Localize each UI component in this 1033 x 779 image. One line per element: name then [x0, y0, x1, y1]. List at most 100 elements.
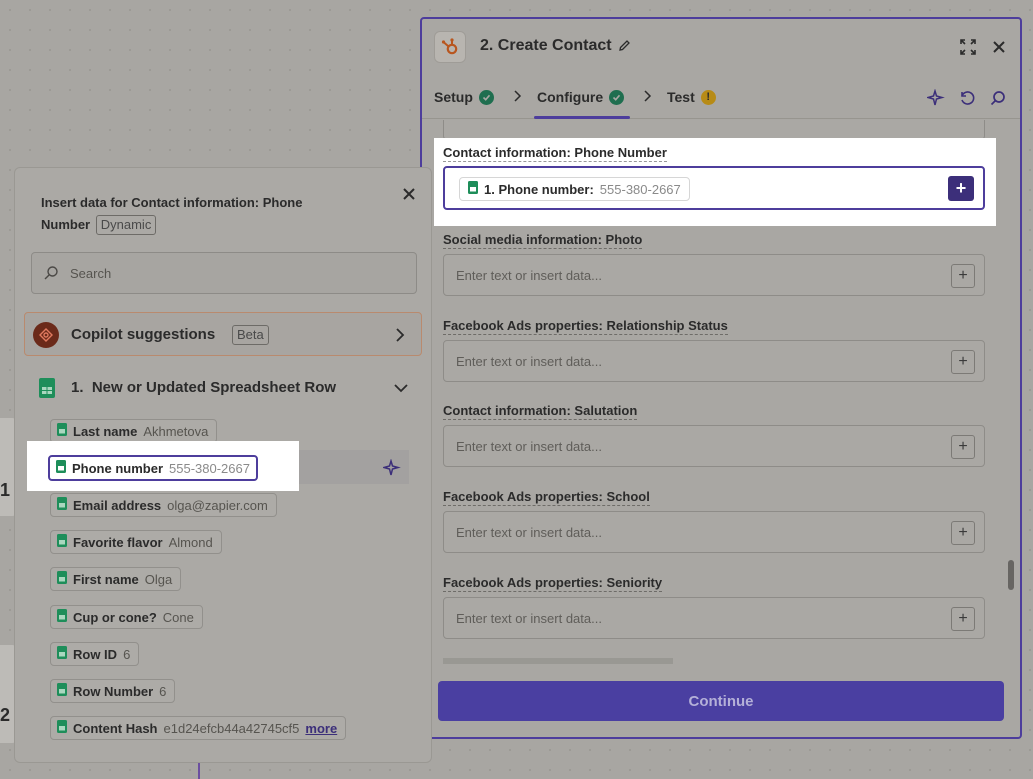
- data-item-first-name[interactable]: First name Olga: [50, 567, 182, 591]
- school-field[interactable]: Enter text or insert data... +: [443, 511, 985, 553]
- item-key: First name: [73, 571, 139, 587]
- sheets-icon: [57, 609, 67, 625]
- copilot-logo-icon: [33, 322, 59, 348]
- close-icon[interactable]: [989, 37, 1009, 57]
- field-placeholder: Enter text or insert data...: [456, 611, 602, 626]
- sheets-icon: [468, 181, 478, 197]
- close-icon[interactable]: [399, 184, 419, 204]
- data-item-last-name[interactable]: Last name Akhmetova: [50, 419, 218, 443]
- sheets-icon: [57, 571, 67, 587]
- item-key: Cup or cone?: [73, 609, 157, 625]
- tab-label: Test: [667, 89, 695, 105]
- mapped-data-pill[interactable]: 1. Phone number: 555-380-2667: [459, 177, 690, 201]
- item-value: Olga: [144, 571, 173, 587]
- copilot-suggestions-row[interactable]: Copilot suggestions Beta: [24, 312, 422, 356]
- chevron-right-icon: [642, 89, 652, 108]
- field-placeholder: Enter text or insert data...: [456, 354, 602, 369]
- insert-panel-title: Insert data for Contact information: Pho…: [41, 192, 341, 236]
- item-value: Almond: [168, 534, 213, 550]
- item-value: e1d24efcb44a42745cf5: [163, 720, 300, 736]
- active-tab-indicator: [534, 116, 630, 119]
- search-placeholder: Search: [70, 266, 112, 281]
- item-key: Row ID: [73, 646, 118, 662]
- editor-fields: Contact information: Phone Number 1. Pho…: [422, 120, 1020, 664]
- seniority-field[interactable]: Enter text or insert data... +: [443, 597, 985, 639]
- item-key: Phone number: [72, 460, 164, 476]
- item-value: 6: [123, 646, 131, 662]
- item-key: Favorite flavor: [73, 534, 163, 550]
- step-title: 2. Create Contact: [480, 37, 612, 54]
- field-placeholder: Enter text or insert data...: [456, 439, 602, 454]
- insert-data-button[interactable]: +: [948, 176, 974, 201]
- field-label: Facebook Ads properties: Relationship St…: [443, 318, 728, 335]
- data-item-row-id[interactable]: Row ID 6: [50, 642, 140, 666]
- field-input-partial[interactable]: [443, 120, 985, 140]
- sheets-icon: [57, 646, 67, 662]
- sheets-icon: [39, 378, 55, 403]
- pill-key: 1. Phone number:: [484, 181, 594, 197]
- item-value: olga@zapier.com: [167, 497, 268, 513]
- field-placeholder: Enter text or insert data...: [456, 268, 602, 283]
- canvas-node-number: 2: [0, 705, 11, 725]
- highlighted-item-spotlight: Phone number 555-380-2667: [27, 441, 299, 491]
- tab-configure[interactable]: Configure: [537, 89, 625, 105]
- chevron-down-icon: [393, 380, 409, 398]
- photo-field[interactable]: Enter text or insert data... +: [443, 254, 985, 296]
- data-item-email-address[interactable]: Email address olga@zapier.com: [50, 493, 277, 517]
- insert-data-button[interactable]: +: [951, 264, 975, 288]
- insert-data-button[interactable]: +: [951, 435, 975, 459]
- sheets-icon: [56, 460, 66, 476]
- chevron-right-icon: [395, 327, 405, 348]
- item-key: Content Hash: [73, 720, 158, 736]
- insert-data-button[interactable]: +: [951, 521, 975, 545]
- pencil-icon[interactable]: [618, 39, 631, 57]
- data-item-favorite-flavor[interactable]: Favorite flavor Almond: [50, 530, 222, 554]
- item-value: 6: [159, 683, 167, 699]
- insert-panel-title-text: Insert data for Contact information: Pho…: [41, 195, 303, 232]
- search-icon[interactable]: [988, 88, 1008, 108]
- phone-number-field[interactable]: 1. Phone number: 555-380-2667 +: [443, 166, 985, 210]
- insert-data-button[interactable]: +: [951, 607, 975, 631]
- item-value: Akhmetova: [143, 423, 209, 439]
- warning-icon: !: [700, 89, 716, 105]
- relationship-status-field[interactable]: Enter text or insert data... +: [443, 340, 985, 382]
- dynamic-badge: Dynamic: [95, 215, 157, 235]
- sheets-icon: [57, 534, 67, 550]
- search-input[interactable]: Search: [31, 252, 417, 294]
- field-label: Social media information: Photo: [443, 232, 643, 249]
- data-item-content-hash[interactable]: Content Hash e1d24efcb44a42745cf5 more: [50, 716, 347, 740]
- tab-setup[interactable]: Setup: [434, 89, 494, 105]
- step-group-header[interactable]: 1. New or Updated Spreadsheet Row: [39, 376, 409, 400]
- step-editor-panel: 2. Create Contact Setup Configure Test !: [420, 17, 1022, 739]
- field-label: Contact information: Phone Number: [443, 145, 667, 162]
- tab-label: Configure: [537, 89, 604, 105]
- pill-value: 555-380-2667: [599, 181, 681, 197]
- continue-button[interactable]: Continue: [438, 681, 1004, 721]
- sheets-icon: [57, 683, 67, 699]
- sheets-icon: [57, 423, 67, 439]
- field-placeholder: Enter text or insert data...: [456, 525, 602, 540]
- field-label: Facebook Ads properties: School: [443, 489, 650, 506]
- scrollbar-thumb[interactable]: [1008, 560, 1014, 590]
- editor-header: 2. Create Contact: [422, 19, 1020, 75]
- sheets-icon: [57, 720, 67, 736]
- check-icon: [609, 89, 625, 105]
- field-label: Facebook Ads properties: Seniority: [443, 575, 663, 592]
- tab-test[interactable]: Test !: [667, 89, 716, 105]
- sheets-icon: [57, 497, 67, 513]
- field-label: Contact information: Salutation: [443, 403, 638, 420]
- sparkle-icon[interactable]: [381, 458, 401, 482]
- hubspot-icon: [434, 31, 466, 63]
- canvas-node-number: 1: [0, 480, 11, 500]
- more-link[interactable]: more: [305, 721, 337, 736]
- expand-icon[interactable]: [958, 37, 978, 57]
- insert-data-button[interactable]: +: [951, 350, 975, 374]
- data-item-cup-or-cone[interactable]: Cup or cone? Cone: [50, 605, 203, 629]
- item-key: Row Number: [73, 683, 154, 699]
- sparkle-icon[interactable]: [926, 88, 946, 108]
- data-item-row-number[interactable]: Row Number 6: [50, 679, 176, 703]
- undo-icon[interactable]: [957, 88, 977, 108]
- salutation-field[interactable]: Enter text or insert data... +: [443, 425, 985, 467]
- chevron-right-icon: [512, 89, 522, 108]
- data-item-phone-number[interactable]: Phone number 555-380-2667: [48, 455, 258, 481]
